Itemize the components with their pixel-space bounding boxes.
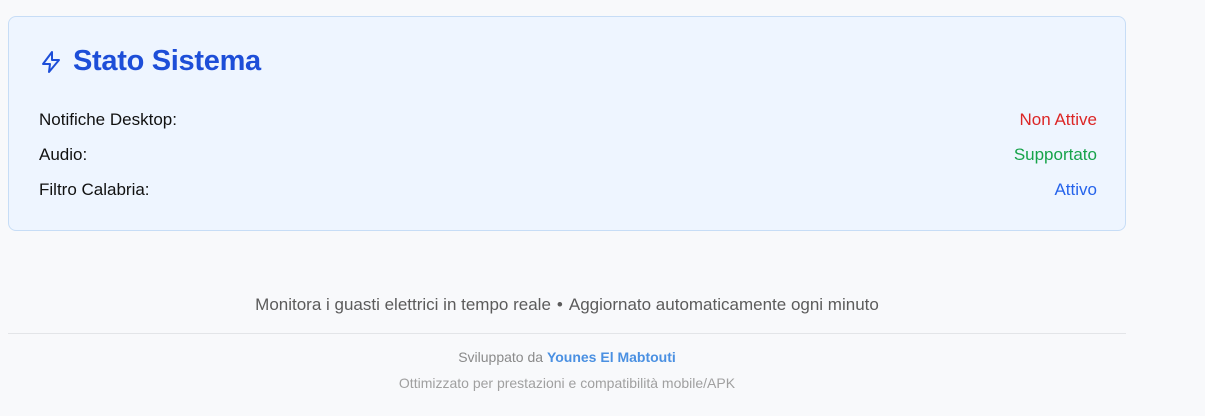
optimization-note: Ottimizzato per prestazioni e compatibil… bbox=[398, 375, 736, 391]
status-label: Notifiche Desktop: bbox=[39, 110, 177, 129]
status-value: Attivo bbox=[1054, 180, 1097, 199]
system-status-card: Stato Sistema Notifiche Desktop: Non Att… bbox=[8, 16, 1126, 231]
card-title: Stato Sistema bbox=[73, 45, 261, 77]
status-label: Audio: bbox=[39, 145, 88, 164]
status-value: Supportato bbox=[1013, 145, 1097, 164]
footer-info: Monitora i guasti elettrici in tempo rea… bbox=[8, 295, 1126, 315]
status-value: Non Attive bbox=[1019, 110, 1098, 129]
status-label: Filtro Calabria: bbox=[39, 180, 150, 199]
page: Stato Sistema Notifiche Desktop: Non Att… bbox=[0, 0, 1205, 416]
developer-credits: Sviluppato da Younes El Mabtouti bbox=[8, 349, 1126, 365]
info-auto-update: Aggiornato automaticamente ogni minuto bbox=[568, 295, 879, 314]
info-separator: • bbox=[556, 295, 563, 314]
developed-by-label: Sviluppato da bbox=[458, 349, 544, 365]
status-row-desktop-notifications: Notifiche Desktop: Non Attive bbox=[39, 110, 1097, 130]
info-realtime: Monitora i guasti elettrici in tempo rea… bbox=[255, 295, 551, 314]
footer-divider bbox=[8, 333, 1126, 334]
status-row-audio: Audio: Supportato bbox=[39, 145, 1097, 165]
author-link[interactable]: Younes El Mabtouti bbox=[547, 349, 676, 365]
status-row-calabria-filter: Filtro Calabria: Attivo bbox=[39, 180, 1097, 200]
lightning-bolt-icon bbox=[39, 50, 63, 74]
card-header: Stato Sistema bbox=[39, 45, 261, 78]
